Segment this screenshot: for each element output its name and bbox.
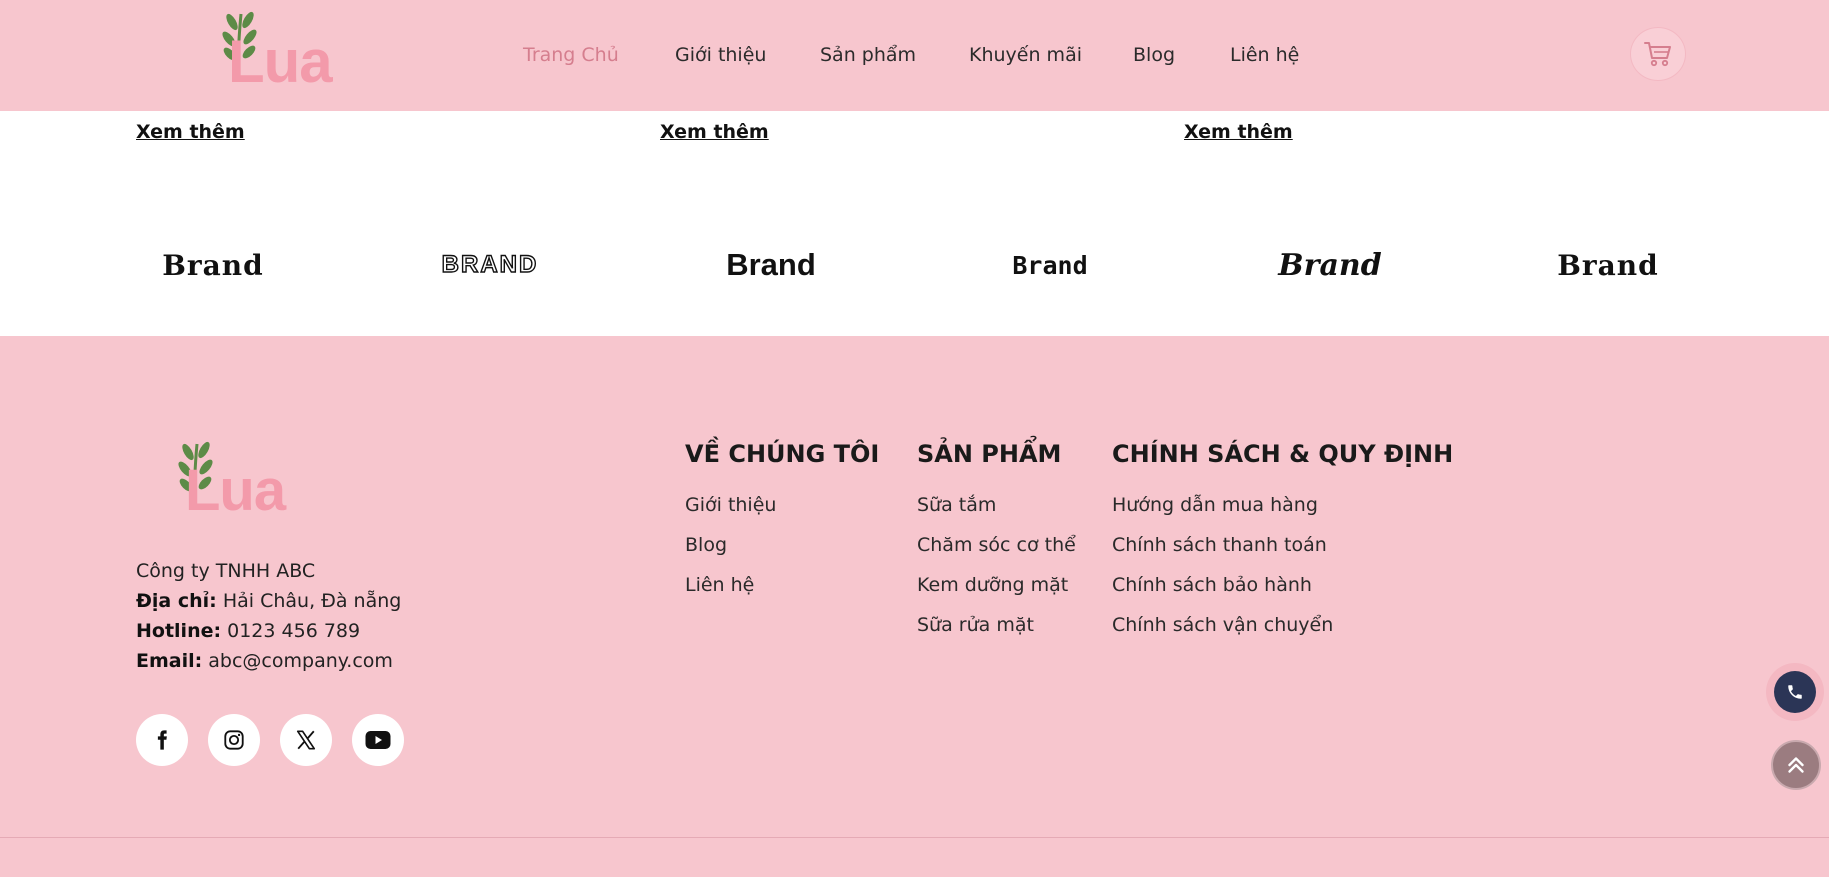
brand-logo-6: Brand bbox=[1557, 248, 1659, 282]
address-label: Địa chỉ: bbox=[136, 590, 217, 612]
brand-logo-5: Brand bbox=[1278, 247, 1382, 283]
facebook-icon bbox=[157, 730, 167, 750]
hotline-value[interactable]: 0123 456 789 bbox=[227, 620, 360, 642]
youtube-button[interactable] bbox=[352, 714, 404, 766]
read-more-link-3[interactable]: Xem thêm bbox=[1184, 121, 1293, 143]
nav-item-promotions[interactable]: Khuyến mãi bbox=[969, 44, 1082, 66]
brand-logo-2: BRAND bbox=[441, 250, 539, 278]
instagram-button[interactable] bbox=[208, 714, 260, 766]
call-button[interactable] bbox=[1774, 671, 1816, 713]
footer-link-warranty-policy[interactable]: Chính sách bảo hành bbox=[1112, 574, 1312, 596]
footer-divider bbox=[0, 837, 1829, 838]
brand-logo-1: Brand bbox=[162, 248, 264, 282]
footer-link-blog[interactable]: Blog bbox=[685, 534, 727, 556]
nav-item-about[interactable]: Giới thiệu bbox=[675, 44, 766, 66]
instagram-icon bbox=[224, 730, 244, 750]
brand-logo-3: Brand bbox=[726, 247, 816, 282]
footer-link-shipping-policy[interactable]: Chính sách vận chuyển bbox=[1112, 614, 1333, 636]
footer-logo[interactable]: Lua bbox=[175, 436, 315, 522]
company-email: Email: abc@company.com bbox=[136, 650, 393, 672]
footer-heading-about: VỀ CHÚNG TÔI bbox=[685, 440, 880, 468]
footer-link-shower-gel[interactable]: Sữa tắm bbox=[917, 494, 996, 516]
footer-heading-products: SẢN PHẨM bbox=[917, 440, 1062, 468]
scroll-to-top-button[interactable] bbox=[1771, 740, 1821, 790]
double-chevron-up-icon bbox=[1788, 757, 1804, 773]
logo-text: Lua bbox=[228, 28, 333, 95]
address-value: Hải Châu, Đà nẵng bbox=[222, 590, 402, 612]
facebook-button[interactable] bbox=[136, 714, 188, 766]
nav-item-blog[interactable]: Blog bbox=[1133, 44, 1175, 66]
footer-link-payment-policy[interactable]: Chính sách thanh toán bbox=[1112, 534, 1327, 556]
company-address: Địa chỉ: Hải Châu, Đà nẵng bbox=[136, 590, 401, 612]
hotline-label: Hotline: bbox=[136, 620, 222, 642]
footer-link-face-cream[interactable]: Kem dưỡng mặt bbox=[917, 574, 1068, 596]
company-name: Công ty TNHH ABC bbox=[136, 560, 316, 582]
site-footer: Lua Công ty TNHH ABC Địa chỉ: Hải Châu, … bbox=[0, 336, 1829, 877]
email-label: Email: bbox=[136, 650, 203, 672]
footer-link-body-care[interactable]: Chăm sóc cơ thể bbox=[917, 534, 1076, 556]
company-hotline: Hotline: 0123 456 789 bbox=[136, 620, 360, 642]
cart-icon bbox=[1644, 42, 1671, 67]
logo-text: Lua bbox=[185, 458, 286, 523]
cart-button[interactable] bbox=[1630, 27, 1686, 81]
email-value[interactable]: abc@company.com bbox=[208, 650, 393, 672]
x-button[interactable] bbox=[280, 714, 332, 766]
phone-icon bbox=[1788, 685, 1802, 699]
youtube-icon bbox=[365, 731, 391, 749]
brand-logo-4: Brand bbox=[1012, 250, 1088, 280]
x-icon bbox=[296, 730, 316, 750]
footer-link-purchase-guide[interactable]: Hướng dẫn mua hàng bbox=[1112, 494, 1318, 516]
footer-link-contact[interactable]: Liên hệ bbox=[685, 574, 754, 596]
footer-heading-policies: CHÍNH SÁCH & QUY ĐỊNH bbox=[1112, 440, 1454, 468]
site-header: Lua Trang Chủ Giới thiệu Sản phẩm Khuyến… bbox=[0, 0, 1829, 111]
footer-link-about[interactable]: Giới thiệu bbox=[685, 494, 776, 516]
nav-item-home[interactable]: Trang Chủ bbox=[523, 44, 619, 66]
nav-item-contact[interactable]: Liên hệ bbox=[1230, 44, 1299, 66]
header-logo[interactable]: Lua bbox=[216, 6, 356, 92]
read-more-link-2[interactable]: Xem thêm bbox=[660, 121, 769, 143]
read-more-link-1[interactable]: Xem thêm bbox=[136, 121, 245, 143]
footer-link-face-wash[interactable]: Sữa rửa mặt bbox=[917, 614, 1034, 636]
nav-item-products[interactable]: Sản phẩm bbox=[820, 44, 916, 66]
